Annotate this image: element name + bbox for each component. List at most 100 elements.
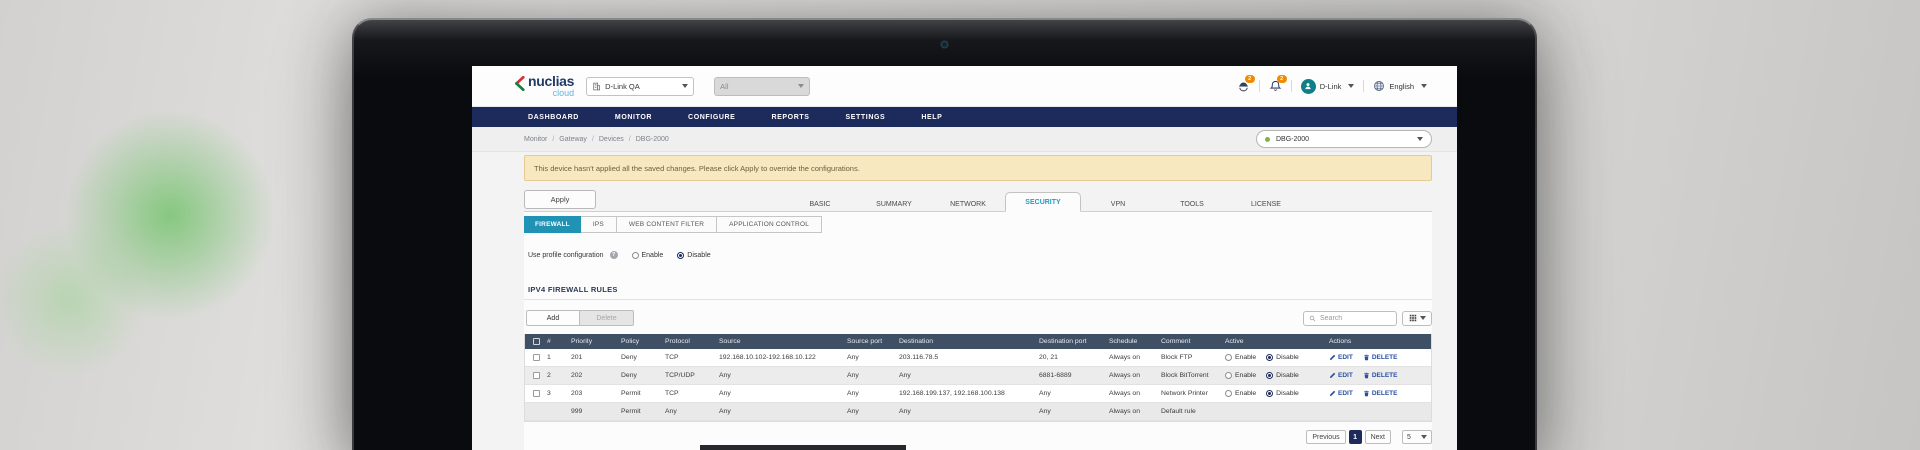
nav-item-dashboard[interactable]: DASHBOARD (528, 114, 579, 121)
delete-rule-link[interactable]: DELETE (1363, 390, 1398, 397)
tab-license[interactable]: LICENSE (1229, 196, 1303, 212)
device-selector[interactable]: DBG-2000 (1256, 130, 1432, 148)
tab-vpn[interactable]: VPN (1081, 196, 1155, 212)
info-icon[interactable]: ? (610, 251, 618, 259)
active-enable-option[interactable]: Enable (1225, 372, 1256, 379)
search-input[interactable] (1320, 315, 1391, 322)
globe-icon (1373, 80, 1385, 92)
nav-item-help[interactable]: HELP (921, 114, 942, 121)
row-checkbox[interactable] (533, 354, 540, 361)
radio-enable[interactable] (1225, 354, 1232, 361)
language-menu[interactable]: English (1373, 80, 1427, 92)
announcements-button[interactable]: 2 (1237, 80, 1250, 93)
cell-priority: 203 (567, 390, 617, 397)
building-icon (592, 82, 601, 91)
active-enable-option[interactable]: Enable (1225, 390, 1256, 397)
cell-policy: Permit (617, 408, 661, 415)
chevron-down-icon (1417, 137, 1423, 141)
tab-basic[interactable]: BASIC (783, 196, 857, 212)
current-page-button[interactable]: 1 (1349, 430, 1362, 444)
cell-policy: Deny (617, 354, 661, 361)
apply-button[interactable]: Apply (524, 190, 596, 209)
subtab-application-control[interactable]: APPLICATION CONTROL (717, 216, 822, 233)
subtab-ips[interactable]: IPS (581, 216, 617, 233)
add-button[interactable]: Add (526, 310, 580, 326)
cell-comment: Network Printer (1157, 390, 1221, 397)
column-header-actions: Actions (1325, 338, 1431, 345)
delete-rule-link[interactable]: DELETE (1363, 354, 1398, 361)
chevron-down-icon (798, 84, 804, 88)
row-checkbox[interactable] (533, 372, 540, 379)
tab-tools[interactable]: TOOLS (1155, 196, 1229, 212)
profile-config-label: Use profile configuration (528, 252, 604, 259)
divider (1259, 80, 1260, 92)
radio-disable[interactable] (1266, 354, 1273, 361)
tab-security[interactable]: SECURITY (1005, 192, 1081, 212)
notifications-button[interactable]: 2 (1269, 80, 1282, 93)
active-disable-option[interactable]: Disable (1266, 372, 1299, 379)
tab-network[interactable]: NETWORK (931, 196, 1005, 212)
cell-priority: 201 (567, 354, 617, 361)
nav-item-monitor[interactable]: MONITOR (615, 114, 652, 121)
delete-button[interactable]: Delete (580, 310, 634, 326)
breadcrumb-separator: / (592, 136, 594, 143)
cell-destination: 203.116.78.5 (895, 354, 1035, 361)
radio-enable[interactable] (1225, 372, 1232, 379)
page-size-selector[interactable]: 5 (1402, 430, 1432, 444)
breadcrumb-item-devices[interactable]: Devices (599, 136, 624, 143)
active-disable-option[interactable]: Disable (1266, 354, 1299, 361)
profile-enable-option[interactable]: Enable (632, 252, 664, 259)
breadcrumb-item-dbg-2000[interactable]: DBG-2000 (636, 136, 669, 143)
cell-protocol: TCP/UDP (661, 372, 715, 379)
delete-rule-link[interactable]: DELETE (1363, 372, 1398, 379)
nav-item-configure[interactable]: CONFIGURE (688, 114, 735, 121)
brand-tagline: cloud (528, 89, 574, 98)
search-box (1303, 311, 1397, 326)
columns-button[interactable] (1402, 311, 1432, 326)
select-all-checkbox[interactable] (533, 338, 540, 345)
active-option-label: Disable (1276, 354, 1299, 361)
breadcrumb-row: Monitor/Gateway/Devices/DBG-2000 DBG-200… (472, 127, 1457, 152)
site-value: All (720, 82, 728, 91)
divider (1363, 80, 1364, 92)
radio-enable[interactable] (1225, 390, 1232, 397)
cell-destination: Any (895, 372, 1035, 379)
radio-disable[interactable] (677, 252, 684, 259)
subtab-web-content-filter[interactable]: WEB CONTENT FILTER (617, 216, 717, 233)
organization-selector[interactable]: D-Link QA (586, 77, 694, 96)
subtab-firewall[interactable]: FIREWALL (524, 216, 581, 233)
trash-icon (1363, 390, 1370, 397)
cell-source: Any (715, 390, 843, 397)
radio-disable[interactable] (1266, 372, 1273, 379)
previous-page-button[interactable]: Previous (1306, 430, 1345, 444)
cell-destination: Any (895, 408, 1035, 415)
site-selector[interactable]: All (714, 77, 810, 96)
cell-destination-port: 6881-6889 (1035, 372, 1105, 379)
tab-summary[interactable]: SUMMARY (857, 196, 931, 212)
header-checkbox-cell (525, 338, 543, 345)
row-checkbox[interactable] (533, 390, 540, 397)
breadcrumb-item-monitor[interactable]: Monitor (524, 136, 547, 143)
radio-disable[interactable] (1266, 390, 1273, 397)
nuclias-chevron-icon (514, 74, 525, 91)
profile-config-row: Use profile configuration ? Enable Disab… (528, 251, 1432, 259)
pencil-icon (1329, 372, 1336, 379)
edit-rule-link[interactable]: EDIT (1329, 372, 1353, 379)
edit-rule-link[interactable]: EDIT (1329, 390, 1353, 397)
radio-enable[interactable] (632, 252, 639, 259)
breadcrumb-item-gateway[interactable]: Gateway (559, 136, 587, 143)
table-toolbar: Add Delete (524, 310, 1432, 326)
edit-rule-link[interactable]: EDIT (1329, 354, 1353, 361)
add-delete-group: Add Delete (526, 310, 634, 326)
next-page-button[interactable]: Next (1365, 430, 1391, 444)
actions-cell: EDIT DELETE (1325, 372, 1431, 379)
cell-schedule: Always on (1105, 408, 1157, 415)
user-menu[interactable]: D-Link (1301, 79, 1355, 94)
breadcrumb: Monitor/Gateway/Devices/DBG-2000 (524, 136, 669, 143)
profile-disable-option[interactable]: Disable (677, 252, 710, 259)
active-enable-option[interactable]: Enable (1225, 354, 1256, 361)
main-nav: DASHBOARD MONITOR CONFIGURE REPORTS SETTINGS… (472, 107, 1457, 127)
active-disable-option[interactable]: Disable (1266, 390, 1299, 397)
nav-item-settings[interactable]: SETTINGS (846, 114, 886, 121)
nav-item-reports[interactable]: REPORTS (771, 114, 809, 121)
